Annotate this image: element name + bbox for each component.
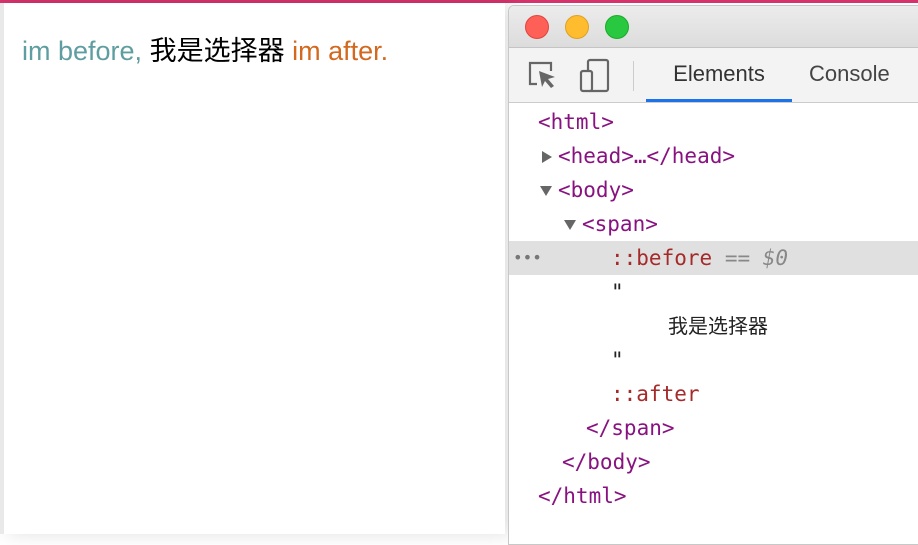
- devtools-window: Elements Console <html> <head>…</head> <…: [508, 5, 918, 545]
- expand-arrow-icon[interactable]: [542, 151, 552, 163]
- selected-marker: == $0: [724, 246, 789, 270]
- span-content: 我是选择器: [149, 36, 285, 66]
- toolbar-separator: [633, 61, 634, 91]
- before-pseudo-text: im before,: [22, 36, 143, 66]
- page-viewport: im before, 我是选择器 im after.: [0, 3, 505, 534]
- text-node-close-quote: ": [611, 348, 624, 372]
- title-bar: [509, 6, 918, 48]
- more-dots-icon[interactable]: •••: [513, 241, 542, 275]
- device-toolbar-icon[interactable]: [579, 58, 611, 94]
- devtools-toolbar: Elements Console: [509, 48, 918, 103]
- tab-elements[interactable]: Elements: [646, 48, 792, 102]
- tree-node-body-close[interactable]: </body>: [509, 445, 918, 479]
- tree-node-before[interactable]: •••::before == $0: [509, 241, 918, 275]
- tree-node-html[interactable]: <html>: [509, 105, 918, 139]
- dom-tree: <html> <head>…</head> <body> <span> •••:…: [509, 105, 918, 513]
- close-button[interactable]: [525, 15, 549, 39]
- zoom-button[interactable]: [605, 15, 629, 39]
- tree-node-body[interactable]: <body>: [509, 173, 918, 207]
- tree-node-after[interactable]: ::after: [509, 377, 918, 411]
- tree-node-span[interactable]: <span>: [509, 207, 918, 241]
- tree-node-span-close[interactable]: </span>: [509, 411, 918, 445]
- text-node-open-quote: ": [611, 280, 624, 304]
- tab-console[interactable]: Console: [809, 48, 890, 102]
- tree-node-head[interactable]: <head>…</head>: [509, 139, 918, 173]
- text-node[interactable]: 我是选择器: [509, 309, 918, 343]
- after-pseudo-text: im after.: [292, 36, 389, 66]
- tree-node-html-close[interactable]: </html>: [509, 479, 918, 513]
- demo-span: im before, 我是选择器 im after.: [22, 29, 388, 68]
- inspect-element-icon[interactable]: [527, 58, 559, 92]
- collapse-arrow-icon[interactable]: [540, 186, 552, 196]
- minimize-button[interactable]: [565, 15, 589, 39]
- collapse-arrow-icon[interactable]: [564, 220, 576, 230]
